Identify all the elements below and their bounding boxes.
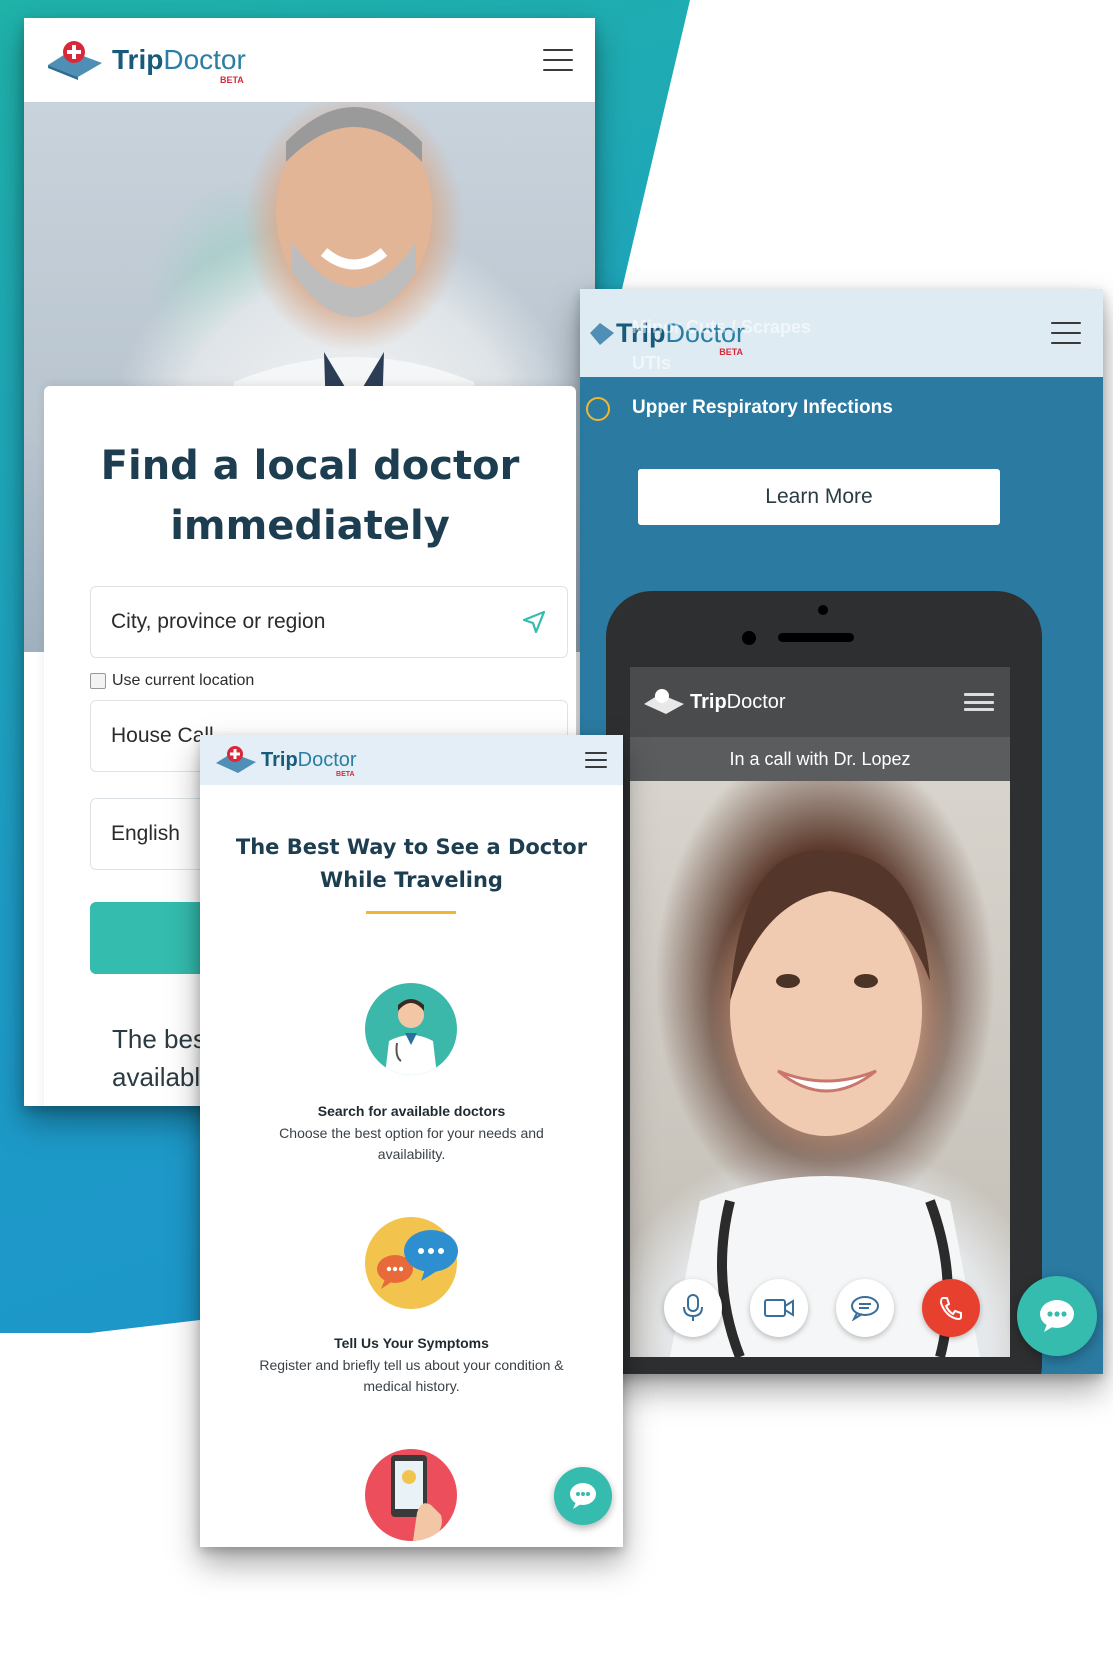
- hamburger-menu-icon[interactable]: [1051, 322, 1081, 344]
- condition-item: Upper Respiratory Infections: [632, 397, 893, 418]
- phone-mockup: TripDoctor In a call with Dr. Lopez: [606, 591, 1042, 1374]
- section-title: The Best Way to See a Doctor While Trave…: [235, 835, 588, 892]
- end-call-button[interactable]: [922, 1279, 980, 1337]
- condition-item-faded: Minor Cuts / Scrapes: [632, 317, 812, 337]
- phone-logo[interactable]: TripDoctor: [642, 688, 786, 716]
- camera-button[interactable]: [750, 1279, 808, 1337]
- use-location-label: Use current location: [112, 672, 255, 689]
- phone-speaker: [778, 633, 854, 642]
- hamburger-menu-icon[interactable]: [543, 49, 573, 71]
- doctor-face-illustration: [670, 850, 980, 1357]
- navigation-arrow-icon[interactable]: [521, 609, 547, 635]
- use-current-location[interactable]: Use current location: [90, 672, 254, 690]
- location-field[interactable]: [90, 586, 568, 658]
- logo-icon: [590, 323, 614, 345]
- chat-fab-button[interactable]: [1017, 1276, 1097, 1356]
- chat-dots-icon: [570, 1483, 596, 1509]
- logo-doctor: Doctor: [297, 748, 357, 771]
- beta-badge: BETA: [336, 770, 355, 778]
- hamburger-menu-icon[interactable]: [585, 752, 607, 768]
- logo[interactable]: TripDoctor BETA: [214, 745, 357, 778]
- chat-button[interactable]: [836, 1279, 894, 1337]
- phone-screen: TripDoctor In a call with Dr. Lopez: [630, 667, 1010, 1357]
- phone-camera: [818, 605, 828, 615]
- check-circle-icon: [586, 397, 610, 421]
- logo-trip: Trip: [112, 44, 164, 75]
- logo-trip: Trip: [690, 690, 727, 713]
- location-input[interactable]: [111, 610, 471, 634]
- learn-more-button[interactable]: Learn More: [638, 469, 1000, 525]
- title-underline: [366, 911, 456, 914]
- navbar: TripDoctor BETA: [200, 735, 623, 785]
- feature-title: Search for available doctors: [317, 1103, 506, 1119]
- speech-bubbles-icon: [365, 1217, 458, 1309]
- microphone-icon: [683, 1294, 703, 1321]
- how-it-works-screen: TripDoctor BETA The Best Way to See a Do…: [200, 735, 623, 1547]
- logo-icon: [48, 41, 102, 80]
- logo-doctor: Doctor: [726, 690, 786, 713]
- feature-title: Tell Us Your Symptoms: [334, 1335, 489, 1351]
- feature-description: Choose the best option for your needs an…: [279, 1125, 544, 1162]
- use-location-checkbox[interactable]: [90, 673, 106, 689]
- logo-trip: Trip: [261, 748, 298, 771]
- feature-description: Register and briefly tell us about your …: [259, 1357, 564, 1394]
- mute-button[interactable]: [664, 1279, 722, 1337]
- search-title: Find a local doctor immediately: [100, 443, 520, 549]
- beta-badge: BETA: [719, 346, 744, 357]
- chat-dots-icon: [1040, 1300, 1074, 1332]
- chat-fab-button[interactable]: [554, 1467, 612, 1525]
- end-call-icon: [939, 1297, 962, 1321]
- logo-icon: [216, 746, 256, 773]
- doctor-video-feed: [630, 781, 1010, 1357]
- phone-navbar: TripDoctor: [630, 667, 1010, 737]
- phone-tap-icon: [365, 1449, 457, 1541]
- doctor-avatar-icon: [365, 983, 457, 1075]
- video-camera-icon: [764, 1299, 794, 1317]
- hamburger-menu-icon[interactable]: [964, 693, 994, 711]
- beta-badge: BETA: [219, 75, 244, 85]
- logo-doctor: Doctor: [163, 44, 246, 75]
- logo-icon: [644, 689, 684, 714]
- video-call-screen: TripDoctor BETA Minor Cuts / Scrapes UTI…: [580, 289, 1103, 1374]
- condition-item-faded-2: UTIs: [632, 353, 672, 373]
- call-status: In a call with Dr. Lopez: [630, 737, 1010, 781]
- navbar: TripDoctor BETA: [24, 18, 595, 102]
- chat-bubble-icon: [851, 1296, 879, 1321]
- phone-sensor: [742, 631, 756, 645]
- logo[interactable]: TripDoctor BETA: [44, 39, 246, 85]
